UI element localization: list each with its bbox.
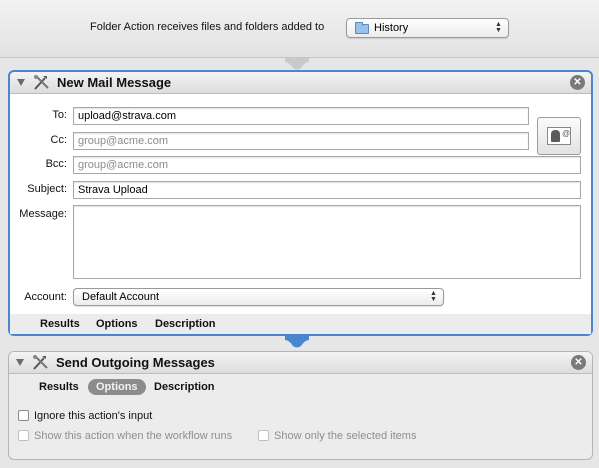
tab-description[interactable]: Description: [147, 316, 224, 332]
account-popup[interactable]: Default Account ▲ ▼: [73, 288, 444, 306]
message-field[interactable]: [73, 205, 581, 279]
show-when-runs-label: Show this action when the workflow runs: [34, 430, 233, 442]
bcc-field[interactable]: group@acme.com: [73, 156, 581, 174]
tab-options[interactable]: Options: [88, 379, 146, 395]
action-title: New Mail Message: [57, 75, 172, 90]
close-action-icon[interactable]: ✕: [571, 355, 586, 370]
address-book-button[interactable]: @: [537, 117, 581, 155]
tab-results[interactable]: Results: [31, 379, 87, 395]
workflow-connector: [285, 58, 309, 70]
folder-popup-value: History: [374, 22, 409, 34]
bcc-label: Bcc:: [45, 158, 67, 170]
address-card-icon: @: [547, 127, 571, 145]
subject-label: Subject:: [27, 183, 67, 195]
folder-icon: [355, 22, 369, 34]
message-label: Message:: [19, 208, 67, 220]
workflow-input-bar: Folder Action receives files and folders…: [0, 0, 599, 58]
cc-label: Cc:: [50, 134, 68, 146]
subject-field[interactable]: Strava Upload: [73, 181, 581, 199]
action-header: Send Outgoing Messages ✕: [9, 352, 592, 374]
tab-options[interactable]: Options: [88, 316, 146, 332]
action-connector: [285, 336, 309, 348]
workflow-input-label: Folder Action receives files and folders…: [90, 21, 325, 33]
folder-popup[interactable]: History ▲ ▼: [346, 18, 509, 38]
popup-arrows-icon: ▲ ▼: [495, 21, 502, 34]
action-tabs: Results Options Description: [9, 377, 592, 397]
popup-arrows-icon: ▲ ▼: [430, 290, 437, 303]
automator-tools-icon: [34, 75, 49, 90]
tab-description[interactable]: Description: [146, 379, 223, 395]
automator-tools-icon: [33, 355, 48, 370]
mail-fields-area: To: upload@strava.com Cc: group@acme.com…: [10, 94, 591, 314]
to-field[interactable]: upload@strava.com: [73, 107, 529, 125]
to-label: To:: [52, 109, 67, 121]
account-label: Account:: [24, 291, 67, 303]
disclosure-triangle-icon[interactable]: [16, 359, 24, 366]
show-when-runs-checkbox[interactable]: [18, 430, 29, 441]
tab-results[interactable]: Results: [32, 316, 88, 332]
show-selected-checkbox[interactable]: [258, 430, 269, 441]
show-selected-label: Show only the selected items: [274, 430, 417, 442]
close-action-icon[interactable]: ✕: [570, 75, 585, 90]
cc-field[interactable]: group@acme.com: [73, 132, 529, 150]
action-tabs: Results Options Description: [10, 314, 591, 334]
action-header: New Mail Message ✕: [10, 72, 591, 94]
ignore-input-checkbox[interactable]: [18, 410, 29, 421]
new-mail-message-action[interactable]: New Mail Message ✕ To: upload@strava.com…: [8, 70, 593, 336]
ignore-input-label: Ignore this action's input: [34, 410, 153, 422]
send-outgoing-messages-action[interactable]: Send Outgoing Messages ✕ Results Options…: [8, 351, 593, 460]
disclosure-triangle-icon[interactable]: [17, 79, 25, 86]
account-popup-value: Default Account: [82, 291, 160, 303]
action-title: Send Outgoing Messages: [56, 355, 215, 370]
